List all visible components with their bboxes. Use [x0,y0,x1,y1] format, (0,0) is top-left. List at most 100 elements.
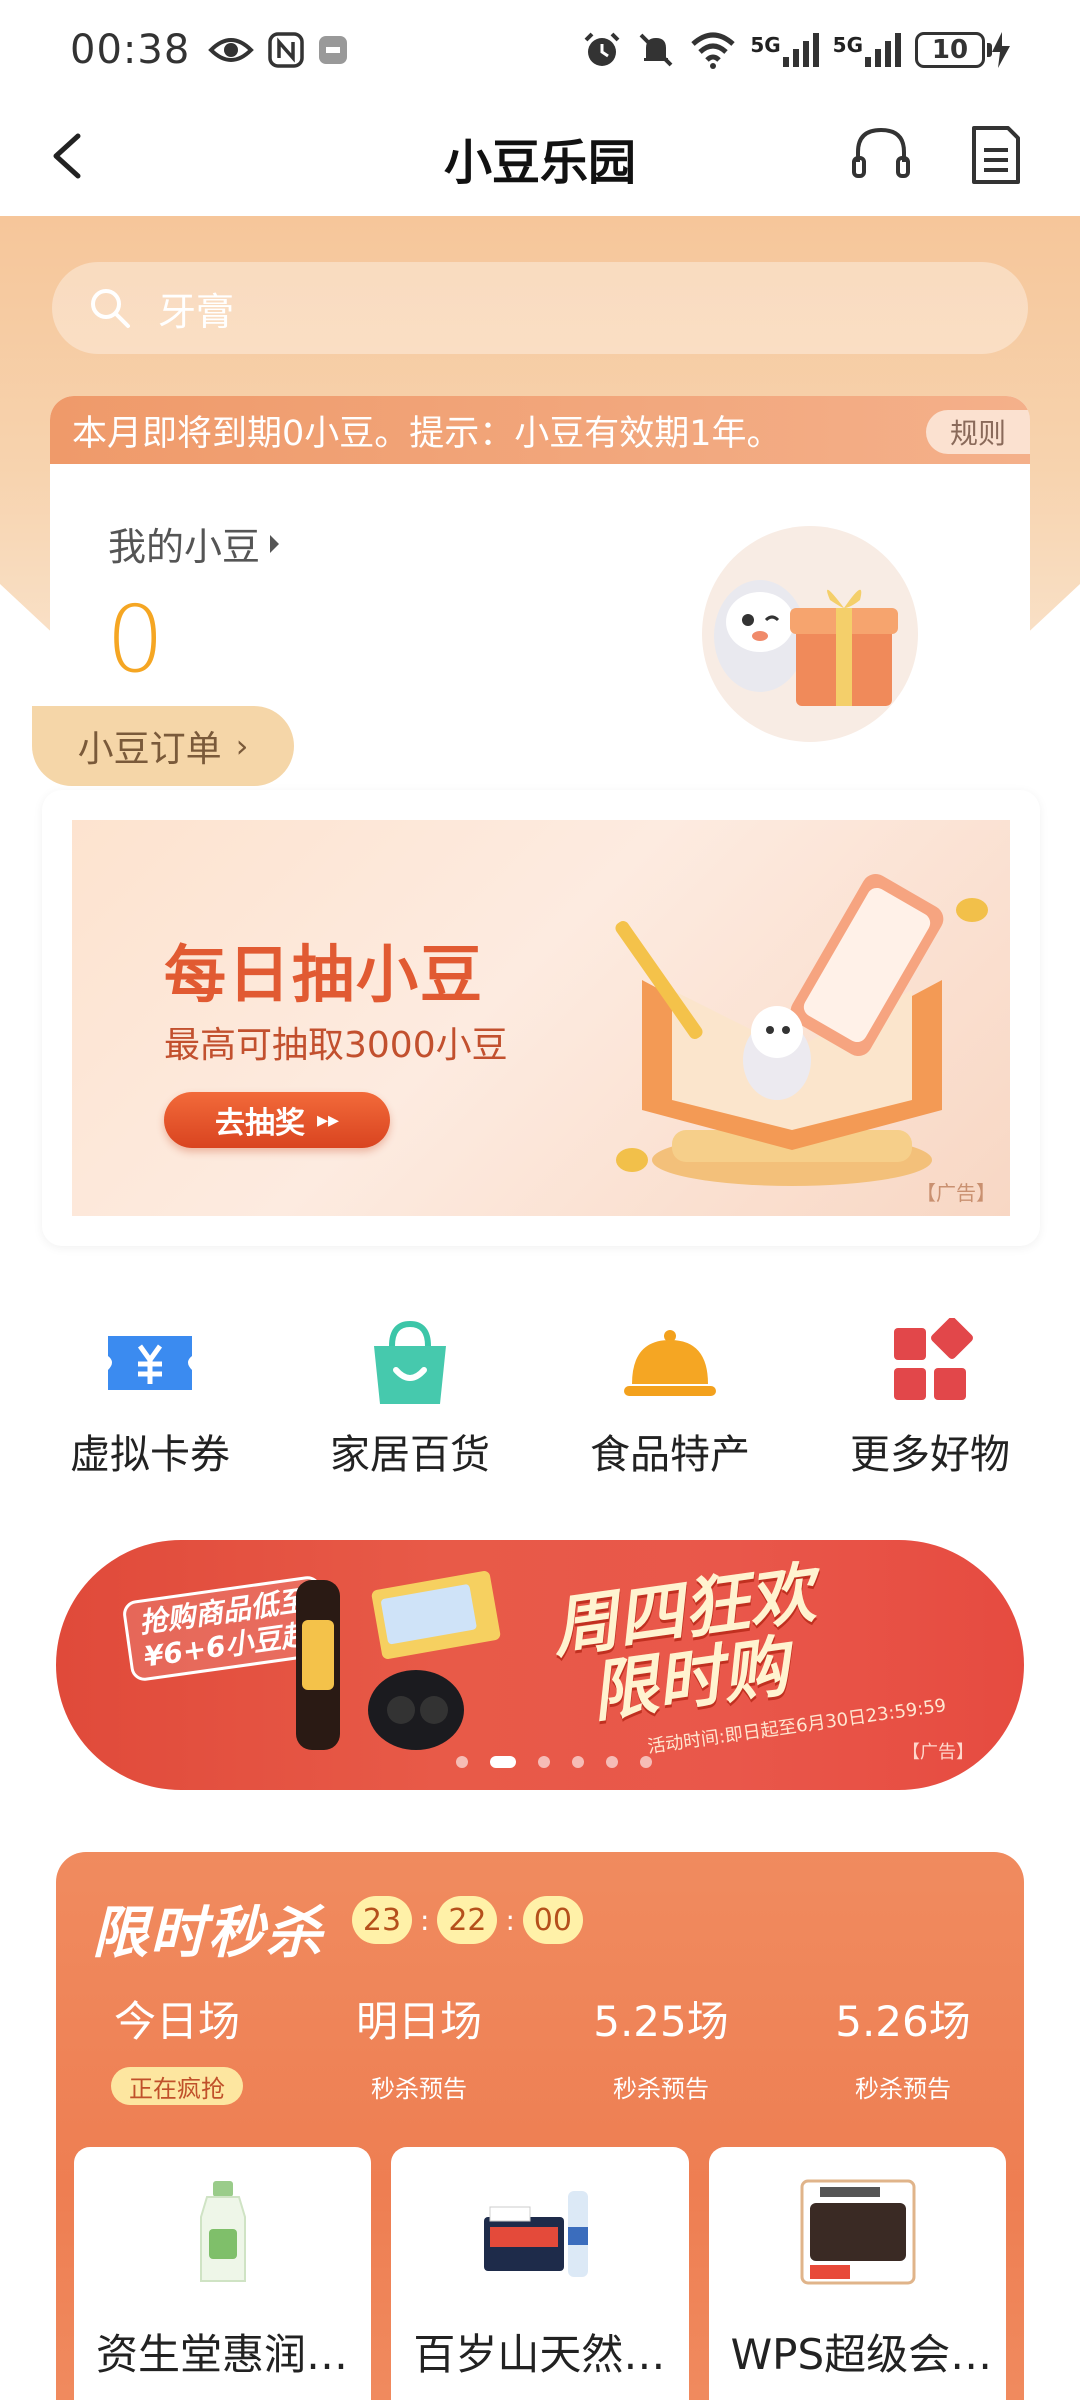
product-card[interactable]: 资生堂惠润… [74,2147,372,2400]
product-name: WPS超级会… [730,2330,993,2379]
product-name: 资生堂惠润… [96,2330,349,2379]
category-home-goods[interactable]: 家居百货 [295,1318,525,1498]
carousel-dot [456,1756,468,1768]
product-list: 资生堂惠润… 百岁山天然… WPS超级会… [74,2147,1006,2400]
category-label: 家居百货 [330,1432,490,1478]
lottery-banner-card: 每日抽小豆 最高可抽取3000小豆 去抽奖 ▸▸ 【广告】 [42,790,1040,1246]
headset-icon[interactable] [846,120,916,190]
product-image-water [484,2191,589,2277]
book-podium-illustration [615,874,988,1186]
charging-bolt-icon [992,32,1010,68]
timer-hours: 23 [352,1896,412,1944]
carousel-dot [640,1756,652,1768]
lottery-banner[interactable]: 每日抽小豆 最高可抽取3000小豆 去抽奖 ▸▸ 【广告】 [72,820,1010,1216]
search-icon [91,289,130,328]
mascot-gift-illustration [702,526,918,742]
tab-5-25[interactable]: 5.25场 秒杀预告 [540,1988,782,2105]
food-cloche-icon [624,1330,716,1396]
back-arrow-icon[interactable] [40,126,100,186]
more-grid-icon [894,1318,973,1400]
points-orders-label: 小豆订单 [77,729,222,770]
wifi-icon [691,32,735,69]
my-points-link[interactable]: 我的小豆 [108,516,280,571]
session-status: 秒杀预告 [855,2074,951,2103]
carousel-dot [606,1756,618,1768]
session-status: 秒杀预告 [613,2074,709,2103]
draw-button-label: 去抽奖 [214,1106,305,1141]
countdown-timer: 23 : 22 : 00 [352,1896,583,1944]
category-label: 食品特产 [590,1432,750,1478]
lottery-title: 每日抽小豆 [164,938,485,1011]
signal-5g-2: 5G [833,33,901,67]
promo-title: 周四狂欢 限时购 [547,1554,829,1732]
signal-bars-icon [782,33,819,67]
nfc-icon [268,32,305,68]
carousel-dot-active [490,1756,516,1768]
session-name: 明日场 [355,1997,482,2046]
signal-5g-1: 5G [750,33,819,67]
lottery-subtitle: 最高可抽取3000小豆 [164,1025,508,1066]
chevron-right-icon: › [235,727,249,765]
nav-bar: 小豆乐园 [0,100,1080,216]
product-card[interactable]: 百岁山天然… [391,2147,689,2400]
timer-separator: : [505,1903,515,1937]
category-more-goods[interactable]: 更多好物 [815,1318,1045,1498]
page-title: 小豆乐园 [443,135,636,191]
timer-separator: : [420,1903,430,1937]
tab-tomorrow[interactable]: 明日场 秒杀预告 [298,1988,540,2105]
carousel-dot [572,1756,584,1768]
expiry-notice: 本月即将到期0小豆。提示：小豆有效期1年。 [50,396,1030,464]
eye-icon [208,38,255,62]
status-time: 00:38 [70,27,191,73]
alarm-icon [584,32,620,66]
promo-banner[interactable]: 抢购商品低至 ¥6+6小豆起 周四狂欢 限时购 活动时间:即日起至6月30日23… [56,1540,1024,1790]
tab-today[interactable]: 今日场 正在疯抢 [56,1988,298,2105]
category-label: 更多好物 [850,1432,1010,1478]
carousel-dot [538,1756,550,1768]
document-icon[interactable] [960,120,1030,190]
search-input[interactable]: 牙膏 [52,262,1028,354]
battery-indicator: 10 [915,32,1010,68]
category-label: 虚拟卡券 [70,1432,230,1478]
flash-sale-section: 限时秒杀 23 : 22 : 00 今日场 正在疯抢 明日场 秒杀预告 5.25… [56,1852,1024,2400]
signal-bars-icon [865,33,901,67]
meituan-app-icon [319,36,348,64]
status-left-icons [208,32,348,68]
category-row: 虚拟卡券 家居百货 食品特产 更多好物 [0,1318,1080,1498]
points-orders-button[interactable]: 小豆订单 › [32,706,294,786]
caret-right-icon [270,534,280,553]
session-status: 正在疯抢 [111,2067,243,2105]
draw-button[interactable]: 去抽奖 ▸▸ [164,1092,390,1148]
status-bar: 00:38 5G 5G 10 [0,0,1080,100]
category-food-specialties[interactable]: 食品特产 [555,1318,785,1498]
search-placeholder: 牙膏 [158,289,235,334]
status-right-icons: 5G 5G 10 [582,30,1010,70]
timer-seconds: 00 [522,1896,583,1944]
network-type-label: 5G [750,33,781,57]
products-illustration [296,1571,501,1750]
session-name: 今日场 [113,1997,240,2046]
flash-sale-title: 限时秒杀 [92,1901,324,1966]
my-points-label: 我的小豆 [108,525,261,569]
double-arrow-icon: ▸▸ [316,1107,340,1133]
category-virtual-coupons[interactable]: 虚拟卡券 [35,1318,265,1498]
shopping-bag-icon [374,1320,446,1404]
session-name: 5.25场 [593,1997,729,2046]
product-image-wps-card [800,2179,916,2285]
ad-label: 【广告】 [902,1742,974,1763]
expiry-notice-text: 本月即将到期0小豆。提示：小豆有效期1年。 [72,413,782,454]
session-name: 5.26场 [835,1997,971,2046]
network-type-label: 5G [832,33,863,57]
tab-5-26[interactable]: 5.26场 秒杀预告 [782,1988,1024,2105]
coupon-icon [108,1336,192,1390]
rules-button[interactable]: 规则 [925,410,1030,454]
timer-minutes: 22 [437,1896,498,1944]
carousel-indicator [456,1756,652,1768]
product-card[interactable]: WPS超级会… [708,2147,1006,2400]
session-tabs: 今日场 正在疯抢 明日场 秒杀预告 5.25场 秒杀预告 5.26场 秒杀预告 [56,1988,1024,2105]
ad-label: 【广告】 [916,1181,996,1205]
session-status: 秒杀预告 [371,2074,467,2103]
product-name: 百岁山天然… [413,2330,666,2379]
points-balance: 0 [106,586,165,693]
product-image-shampoo [200,2181,246,2282]
